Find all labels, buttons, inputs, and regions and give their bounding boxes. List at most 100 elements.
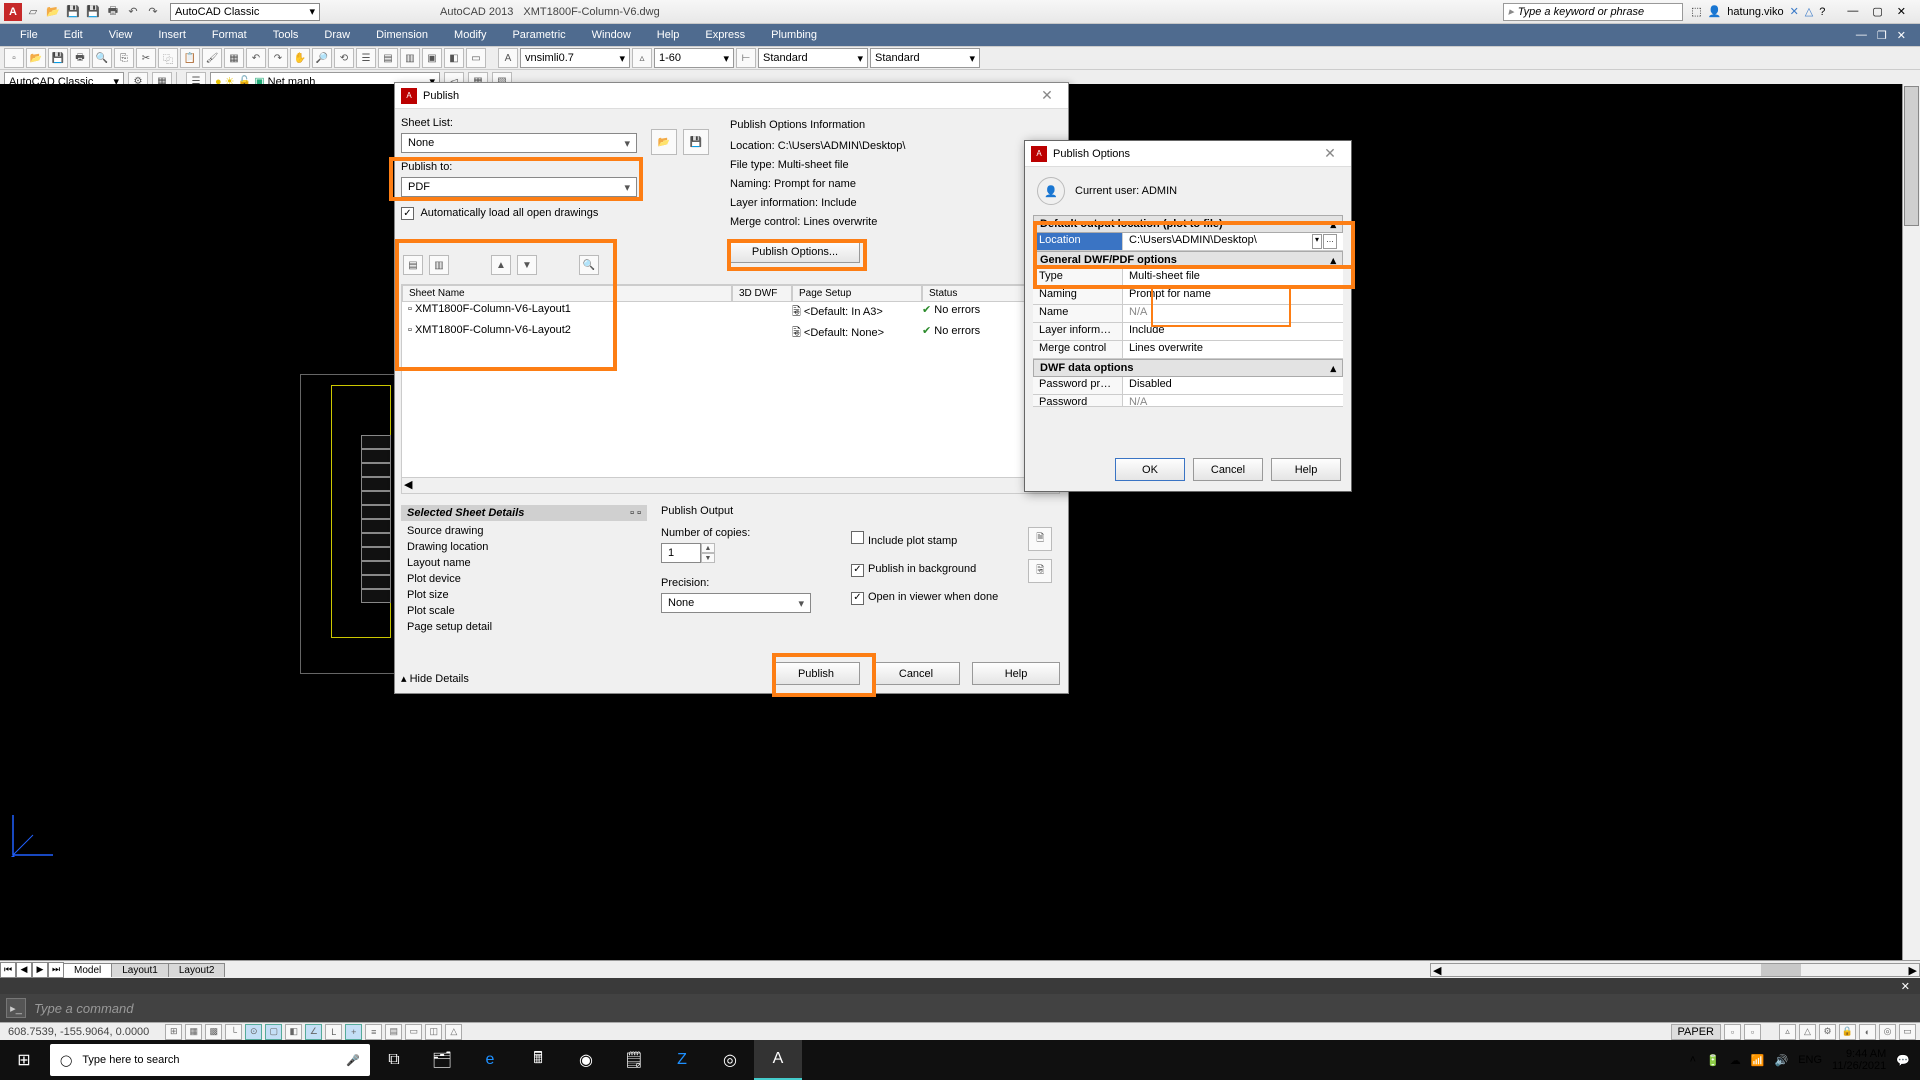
prop-location[interactable]: Location C:\Users\ADMIN\Desktop\▾… [1033,233,1343,251]
tool-save-icon[interactable]: 💾 [48,48,68,68]
tray-notifications-icon[interactable]: 💬 [1896,1054,1910,1067]
tab-prev-icon[interactable]: ◀ [16,962,32,978]
tool-cut-icon[interactable]: ✂ [136,48,156,68]
menu-tools[interactable]: Tools [261,27,311,43]
prop-naming[interactable]: NamingPrompt for name [1033,287,1343,305]
sb-sc-icon[interactable]: ◫ [425,1024,442,1040]
prop-layer[interactable]: Layer informati...Include [1033,323,1343,341]
tray-volume-icon[interactable]: 🔊 [1775,1054,1789,1067]
sb-snap-icon[interactable]: ▦ [185,1024,202,1040]
menu-insert[interactable]: Insert [146,27,198,43]
tool-pan-icon[interactable]: ✋ [290,48,310,68]
autocad-taskbar-icon[interactable]: A [754,1040,802,1080]
sb-qv-icon[interactable]: ▫ [1724,1024,1741,1040]
precision-dropdown[interactable]: None▾ [661,593,811,613]
col-3ddwf[interactable]: 3D DWF [732,285,792,302]
tab-last-icon[interactable]: ⏭ [48,962,64,978]
tool-copy-icon[interactable]: ⿻ [158,48,178,68]
sheetlist-open-icon[interactable]: 📂 [651,129,677,155]
menu-file[interactable]: File [8,27,50,43]
prop-password-protect[interactable]: Password prote...Disabled [1033,377,1343,395]
tool-paste-icon[interactable]: 📋 [180,48,200,68]
plot-stamp-checkbox[interactable] [851,531,864,544]
open-icon[interactable]: 📂 [44,3,62,21]
paper-toggle[interactable]: PAPER [1671,1024,1721,1040]
menu-parametric[interactable]: Parametric [500,27,577,43]
sb-qp-icon[interactable]: ▭ [405,1024,422,1040]
tool-ssm-icon[interactable]: ▣ [422,48,442,68]
publish-bg-checkbox[interactable]: ✓ [851,564,864,577]
help-icon[interactable]: ? [1819,6,1825,18]
tool-qcalc-icon[interactable]: ▭ [466,48,486,68]
publish-cancel-button[interactable]: Cancel [872,662,960,685]
tab-first-icon[interactable]: ⏮ [0,962,16,978]
list-hscroll[interactable]: ◀▶ [402,477,1059,493]
dimstyle-icon[interactable]: ⊢ [736,48,756,68]
tool-preview-icon[interactable]: 🔍 [92,48,112,68]
save-icon[interactable]: 💾 [64,3,82,21]
sb-ortho-icon[interactable]: └ [225,1024,242,1040]
maximize-button[interactable]: ▢ [1872,5,1882,18]
exchange-icon[interactable]: ✕ [1790,5,1799,18]
infocenter-icon[interactable]: ⬚ [1691,5,1701,18]
start-button[interactable]: ⊞ [0,1040,48,1080]
sb-am-icon[interactable]: △ [445,1024,462,1040]
doc-minimize-icon[interactable]: — [1856,29,1867,42]
notepad-icon[interactable]: 🗒 [610,1040,658,1080]
signin-icon[interactable]: 👤 [1708,5,1722,18]
options-help-button[interactable]: Help [1271,458,1341,481]
tool-dc-icon[interactable]: ▤ [378,48,398,68]
calculator-icon[interactable]: 🖩 [514,1040,562,1080]
brave-icon[interactable]: ◎ [706,1040,754,1080]
menu-modify[interactable]: Modify [442,27,498,43]
auto-load-checkbox[interactable]: ✓ [401,207,414,220]
close-button[interactable]: ✕ [1897,5,1906,18]
taskbar-search[interactable]: ◯ Type here to search 🎤 [50,1044,370,1076]
menu-help[interactable]: Help [645,27,692,43]
stamp-settings-icon[interactable]: 🗎 [1028,527,1052,551]
tab-next-icon[interactable]: ▶ [32,962,48,978]
doc-restore-icon[interactable]: ❐ [1877,29,1887,42]
sb-ann-icon[interactable]: ▵ [1779,1024,1796,1040]
hide-details-button[interactable]: ▴ Hide Details [401,672,469,685]
sb-clean-icon[interactable]: ▭ [1899,1024,1916,1040]
sb-dyn-icon[interactable]: + [345,1024,362,1040]
tool-match-icon[interactable]: 🖌 [202,48,222,68]
sb-infer-icon[interactable]: ⊞ [165,1024,182,1040]
dimstyle-dropdown[interactable]: Standard▾ [758,48,868,68]
menu-window[interactable]: Window [580,27,643,43]
edge-icon[interactable]: e [466,1040,514,1080]
tablestyle-dropdown[interactable]: Standard▾ [870,48,980,68]
sb-qvd-icon[interactable]: ▫ [1744,1024,1761,1040]
sb-lwt-icon[interactable]: ≡ [365,1024,382,1040]
plot-icon[interactable]: 🖶 [104,3,122,21]
menu-draw[interactable]: Draw [312,27,362,43]
workspace-dropdown[interactable]: AutoCAD Classic▾ [170,3,320,21]
tray-expand-icon[interactable]: ˄ [1690,1054,1696,1066]
undo-icon[interactable]: ↶ [124,3,142,21]
tool-zoomprev-icon[interactable]: ⟲ [334,48,354,68]
tray-lang[interactable]: ENG [1798,1054,1822,1066]
annoscale-icon[interactable]: ▵ [632,48,652,68]
sb-ws-icon[interactable]: ⚙ [1819,1024,1836,1040]
tray-wifi-icon[interactable]: 📶 [1751,1054,1765,1067]
sb-iso-icon[interactable]: ◎ [1879,1024,1896,1040]
sheetlist-save-icon[interactable]: 💾 [683,129,709,155]
menu-dimension[interactable]: Dimension [364,27,440,43]
tab-layout1[interactable]: Layout1 [111,963,169,977]
tool-publish-icon[interactable]: ⎘ [114,48,134,68]
tab-model[interactable]: Model [63,963,112,977]
sb-polar-icon[interactable]: ⊙ [245,1024,262,1040]
textstyle-dropdown[interactable]: vnsimli0.7▾ [520,48,630,68]
section-output-location[interactable]: Default output location (plot to file)▴ [1033,215,1343,233]
tool-tp-icon[interactable]: ▥ [400,48,420,68]
sb-otrack-icon[interactable]: ∠ [305,1024,322,1040]
menu-edit[interactable]: Edit [52,27,95,43]
cmd-close-icon[interactable]: ✕ [1897,980,1914,993]
bg-settings-icon[interactable]: 🗟 [1028,559,1052,583]
annoscale-dropdown[interactable]: 1-60▾ [654,48,734,68]
textstyle-icon[interactable]: A [498,48,518,68]
open-viewer-checkbox[interactable]: ✓ [851,592,864,605]
prop-name[interactable]: NameN/A [1033,305,1343,323]
minimize-button[interactable]: — [1847,5,1858,18]
